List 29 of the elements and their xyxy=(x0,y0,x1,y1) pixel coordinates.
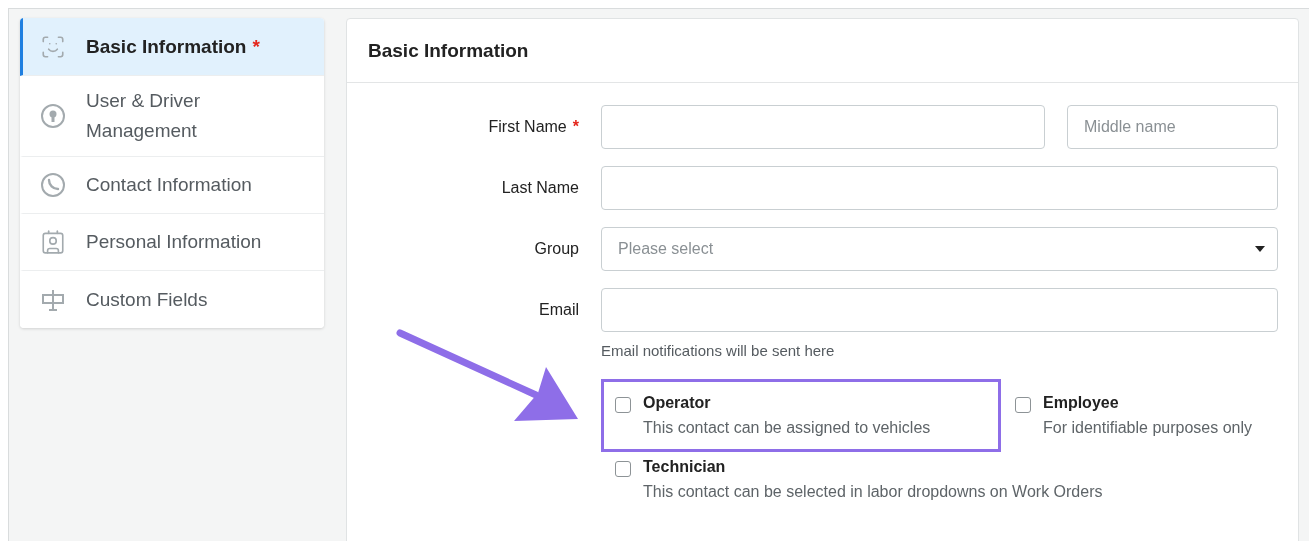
text-field[interactable]: Middle name xyxy=(1067,105,1278,149)
option-description: For identifiable purposes only xyxy=(1043,419,1252,437)
checkbox[interactable] xyxy=(615,397,631,413)
face-scan-icon xyxy=(40,33,66,60)
option-description: This contact can be assigned to vehicles xyxy=(643,419,931,437)
text-field[interactable] xyxy=(601,105,1045,149)
sidebar-item[interactable]: User & Driver Management xyxy=(20,76,324,157)
option-title: Employee xyxy=(1043,394,1120,412)
sidebar-item[interactable]: Contact Information xyxy=(20,157,324,214)
caret-icon xyxy=(1255,246,1265,252)
sidebar-item[interactable]: Custom Fields xyxy=(20,271,324,328)
help-text: Email notifications will be sent here xyxy=(601,342,836,359)
sidebar-item[interactable]: Basic Information * xyxy=(20,18,324,76)
keyhole-icon xyxy=(40,103,66,129)
panel-title: Basic Information xyxy=(368,39,529,62)
option-title: Technician xyxy=(643,458,727,476)
field-label: First Name * xyxy=(487,117,579,137)
field-label: Group xyxy=(533,239,579,259)
id-badge-icon xyxy=(40,229,66,255)
checkbox[interactable] xyxy=(1015,397,1031,413)
text-field[interactable] xyxy=(601,288,1278,332)
field-label: Email xyxy=(538,300,579,320)
checkbox[interactable] xyxy=(615,461,631,477)
phone-icon xyxy=(40,172,66,198)
text-field[interactable] xyxy=(601,166,1278,210)
option-description: This contact can be selected in labor dropdowns on Work Orders xyxy=(643,483,1103,501)
sidebar-item[interactable]: Personal Information xyxy=(20,214,324,271)
field-label: Last Name xyxy=(500,178,579,198)
option-title: Operator xyxy=(643,394,712,412)
